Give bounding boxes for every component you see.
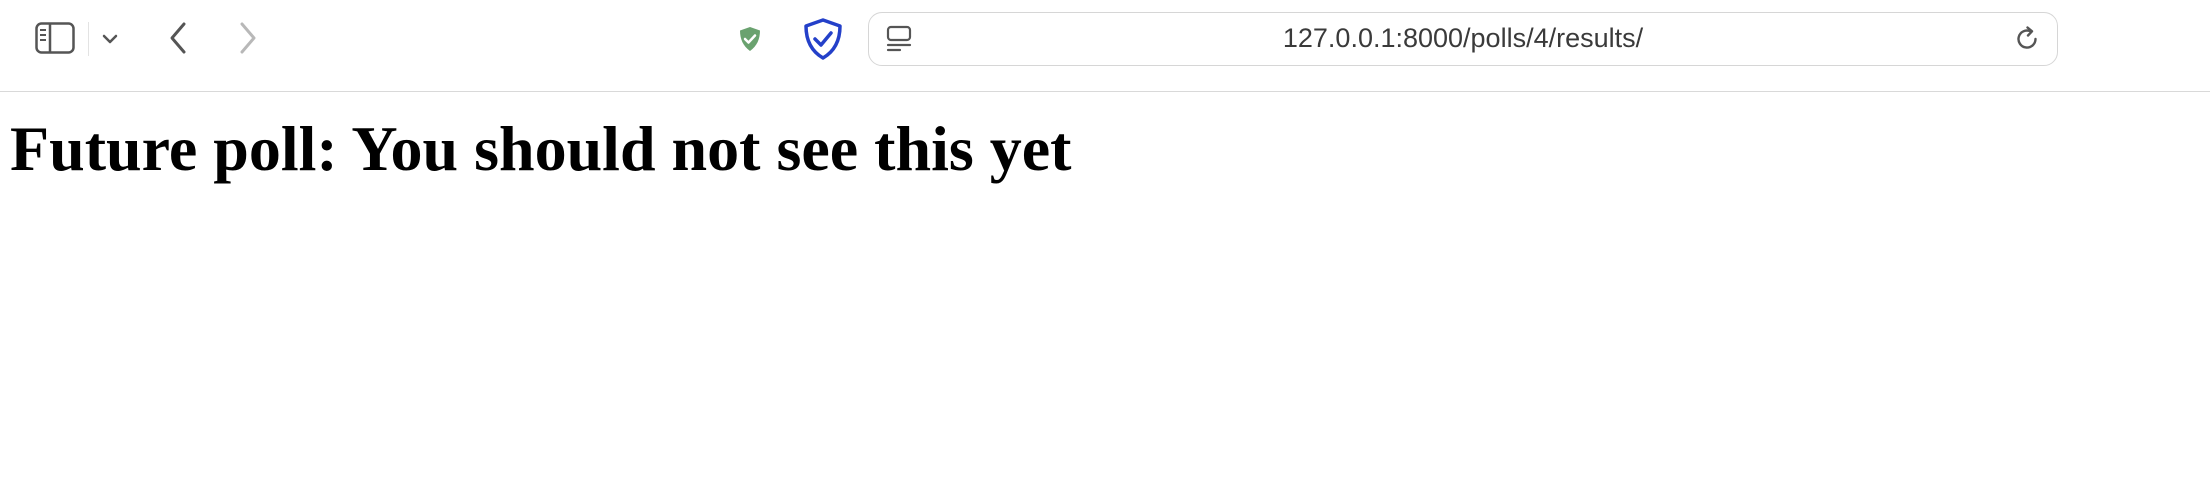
page-menu-icon (886, 25, 912, 52)
reload-icon (2017, 26, 2037, 49)
forward-button[interactable] (230, 18, 266, 58)
back-button[interactable] (160, 18, 196, 58)
forward-arrow-icon (240, 22, 256, 54)
back-arrow-icon (170, 22, 186, 54)
extension-shield-green-button[interactable] (733, 22, 767, 56)
page-menu-button[interactable] (883, 23, 915, 55)
blue-shield-check-icon (804, 18, 842, 60)
page-heading: Future poll: You should not see this yet (10, 113, 1072, 184)
toolbar-divider (88, 22, 89, 56)
address-bar[interactable]: 127.0.0.1:8000/polls/4/results/ (868, 12, 2058, 66)
sidebar-toggle-button[interactable] (30, 18, 80, 58)
reload-button[interactable] (2011, 23, 2043, 55)
chevron-down-icon (102, 34, 118, 44)
sidebar-icon (35, 22, 75, 54)
page-content: Future poll: You should not see this yet (0, 93, 2210, 484)
url-text[interactable]: 127.0.0.1:8000/polls/4/results/ (929, 13, 1997, 64)
green-shield-check-icon (740, 27, 760, 51)
sidebar-menu-button[interactable] (98, 24, 122, 54)
extension-shield-blue-button[interactable] (800, 16, 846, 62)
browser-toolbar: 127.0.0.1:8000/polls/4/results/ (0, 0, 2210, 92)
